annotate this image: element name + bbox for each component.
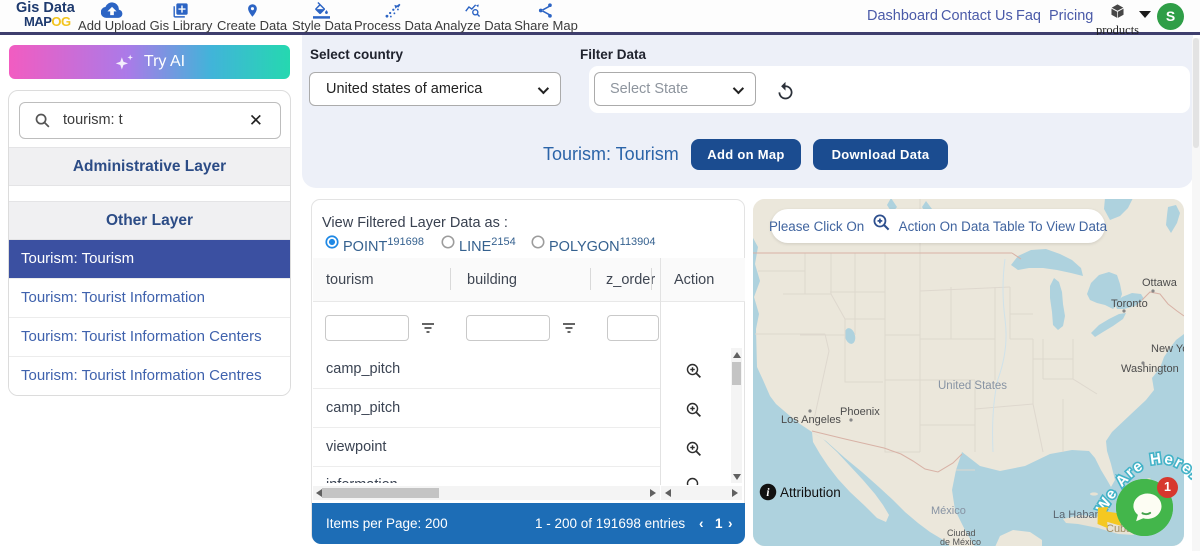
svg-text:Ottawa: Ottawa (1142, 277, 1178, 289)
svg-text:Toronto: Toronto (1111, 298, 1148, 310)
svg-text:Los Angeles: Los Angeles (781, 414, 841, 426)
svg-text:Phoenix: Phoenix (840, 406, 880, 418)
svg-text:United States: United States (938, 380, 1007, 392)
svg-text:México: México (931, 505, 966, 517)
svg-text:New York: New York (1151, 343, 1184, 355)
svg-text:Washington: Washington (1121, 363, 1179, 375)
svg-text:de México: de México (940, 537, 981, 546)
